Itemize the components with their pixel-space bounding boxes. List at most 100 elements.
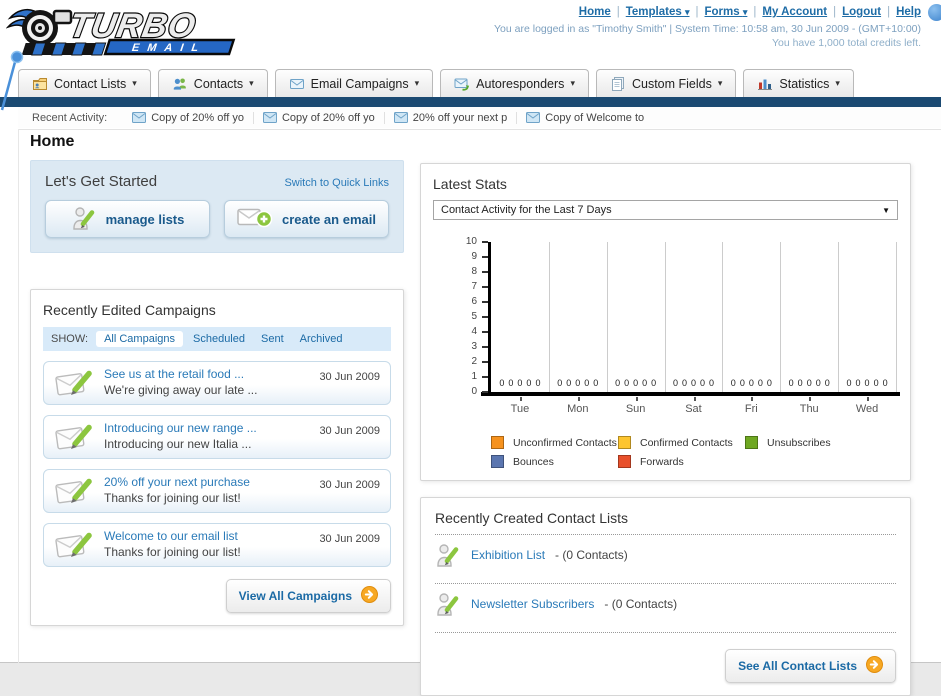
- chart-value-label: 0: [873, 378, 879, 388]
- filter-scheduled[interactable]: Scheduled: [193, 333, 245, 345]
- campaign-envelope-pencil-icon: [54, 475, 96, 507]
- stats-period-value: Contact Activity for the Last 7 Days: [441, 204, 612, 216]
- y-tick-mark: [482, 301, 488, 303]
- campaign-card[interactable]: Welcome to our email list Thanks for join…: [43, 523, 391, 567]
- y-tick-mark: [482, 256, 488, 258]
- chart-value-label: 0: [855, 378, 861, 388]
- recently-created-contact-lists-panel: Recently Created Contact Lists Exhibitio…: [420, 497, 911, 696]
- tab-contact-lists[interactable]: Contact Lists ▾: [18, 69, 151, 97]
- envelope-icon: [393, 112, 408, 123]
- tab-autoresponders[interactable]: Autoresponders ▾: [440, 69, 589, 97]
- recent-activity-item[interactable]: 20% off your next p: [385, 111, 518, 124]
- see-all-contact-lists-button[interactable]: See All Contact Lists: [725, 649, 896, 683]
- campaign-subtitle: Thanks for joining our list!: [104, 491, 241, 505]
- stats-period-dropdown[interactable]: Contact Activity for the Last 7 Days ▼: [433, 200, 898, 220]
- filter-archived[interactable]: Archived: [300, 333, 343, 345]
- contact-lists-title: Recently Created Contact Lists: [435, 510, 628, 526]
- chart-legend: Unconfirmed Contacts Confirmed Contacts Un…: [491, 436, 886, 468]
- chart-gridline: [722, 242, 724, 392]
- tab-label: Contacts: [193, 76, 244, 91]
- switch-to-quick-links-link[interactable]: Switch to Quick Links: [284, 177, 389, 189]
- y-tick-label: 6: [471, 296, 477, 307]
- nav-link-help[interactable]: Help: [896, 6, 921, 18]
- nav-separator: |: [833, 6, 837, 18]
- y-tick-label: 9: [471, 251, 477, 262]
- lets-get-started-title: Let's Get Started: [45, 173, 158, 190]
- filter-all-campaigns[interactable]: All Campaigns: [96, 331, 183, 347]
- chart-value-label: 0: [748, 378, 754, 388]
- campaign-card[interactable]: See us at the retail food ... We're givin…: [43, 361, 391, 405]
- chart-value-label: 0: [788, 378, 794, 388]
- lets-get-started-panel: Let's Get Started Switch to Quick Links …: [30, 160, 404, 253]
- manage-lists-button[interactable]: manage lists: [45, 200, 210, 238]
- main-nav-tabs: Contact Lists ▾ Contacts ▾ Email Campaigns ▾ A…: [18, 69, 854, 97]
- nav-link-my-account[interactable]: My Account: [762, 6, 827, 18]
- chart-gridline: [896, 242, 897, 392]
- filter-sent[interactable]: Sent: [261, 333, 284, 345]
- contact-list-count: - (0 Contacts): [604, 597, 678, 611]
- tab-statistics[interactable]: Statistics ▾: [743, 69, 854, 97]
- x-tick-mark: [519, 397, 522, 401]
- turbo-email-logo[interactable]: TURBO EMAIL: [5, 2, 256, 58]
- campaign-card[interactable]: Introducing our new range ... Introducing…: [43, 415, 391, 459]
- right-column: Latest Stats Contact Activity for the La…: [420, 163, 911, 696]
- chart-value-group: 00000: [665, 378, 723, 388]
- campaign-date: 30 Jun 2009: [319, 425, 380, 437]
- tab-contacts[interactable]: Contacts ▾: [157, 69, 268, 97]
- chart-value-label: 0: [584, 378, 590, 388]
- chart-value-label: 0: [499, 378, 505, 388]
- contact-list-name-link[interactable]: Newsletter Subscribers: [471, 597, 594, 611]
- top-nav: Home | Templates ▾ | Forms ▾ | My Account | Logo…: [494, 6, 921, 18]
- chart-value-label: 0: [766, 378, 772, 388]
- chart-value-label: 0: [593, 378, 599, 388]
- nav-link-home[interactable]: Home: [579, 6, 611, 18]
- chart-value-label: 0: [681, 378, 687, 388]
- tab-custom-fields[interactable]: Custom Fields ▾: [595, 69, 737, 97]
- campaign-title-link[interactable]: 20% off your next purchase: [104, 475, 311, 489]
- nav-link-logout[interactable]: Logout: [842, 6, 881, 18]
- campaigns-panel-title: Recently Edited Campaigns: [43, 302, 216, 318]
- custom-fields-icon: [610, 76, 626, 92]
- nav-link-templates[interactable]: Templates ▾: [626, 6, 690, 18]
- campaign-title-link[interactable]: See us at the retail food ...: [104, 367, 311, 381]
- view-all-campaigns-button[interactable]: View All Campaigns: [225, 579, 391, 613]
- contact-list-name-link[interactable]: Exhibition List: [471, 548, 545, 562]
- contacts-icon: [172, 76, 188, 92]
- x-axis-label: Sat: [685, 403, 702, 415]
- chevron-down-icon: ▾: [570, 78, 575, 88]
- recent-activity-item[interactable]: Copy of Welcome to: [517, 112, 653, 124]
- app-window: TURBO EMAIL Home | Templates ▾ | Forms ▾ | My …: [0, 0, 941, 696]
- chart-value-label: 0: [739, 378, 745, 388]
- recent-activity-item-label: Copy of 20% off yo: [281, 111, 375, 124]
- recent-activity-item-label: Copy of 20% off yo: [151, 111, 244, 124]
- campaign-title-link[interactable]: Introducing our new range ...: [104, 421, 311, 435]
- tab-label: Custom Fields: [631, 76, 712, 91]
- create-an-email-button[interactable]: create an email: [224, 200, 389, 238]
- nav-separator: |: [616, 6, 620, 18]
- y-tick-label: 4: [471, 326, 477, 337]
- y-tick-label: 3: [471, 341, 477, 352]
- legend-label: Unsubscribes: [767, 436, 831, 449]
- autoresponders-icon: [454, 76, 470, 92]
- nav-link-forms[interactable]: Forms ▾: [705, 6, 748, 18]
- contact-list-item: Newsletter Subscribers - (0 Contacts): [435, 584, 896, 624]
- campaign-title-link[interactable]: Welcome to our email list: [104, 529, 311, 543]
- y-tick-mark: [482, 361, 488, 363]
- chart-value-label: 0: [624, 378, 630, 388]
- y-tick-mark: [482, 241, 488, 243]
- recent-activity-item[interactable]: Copy of 20% off yo: [254, 111, 385, 124]
- chart-value-label: 0: [575, 378, 581, 388]
- chart-value-label: 0: [508, 378, 514, 388]
- contact-lists-icon: [32, 76, 48, 92]
- chart-value-label: 0: [672, 378, 678, 388]
- y-tick-label: 0: [471, 386, 477, 397]
- y-tick-mark: [482, 271, 488, 273]
- nav-separator: |: [753, 6, 757, 18]
- left-column: Let's Get Started Switch to Quick Links …: [30, 160, 404, 626]
- recently-edited-campaigns-panel: Recently Edited Campaigns SHOW: All Camp…: [30, 289, 404, 626]
- campaign-card[interactable]: 20% off your next purchase Thanks for joi…: [43, 469, 391, 513]
- recent-activity-item[interactable]: Copy of 20% off yo: [123, 111, 254, 124]
- arrow-circle-icon: [866, 656, 883, 676]
- tab-email-campaigns[interactable]: Email Campaigns ▾: [274, 69, 434, 97]
- campaign-date: 30 Jun 2009: [319, 479, 380, 491]
